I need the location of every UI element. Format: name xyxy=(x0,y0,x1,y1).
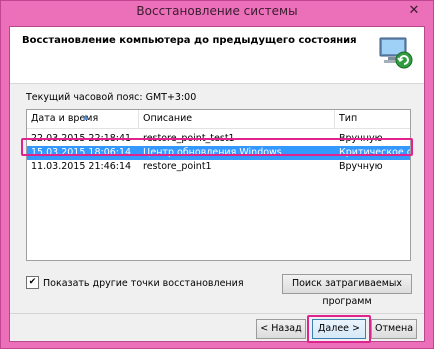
scan-affected-programs-button[interactable]: Поиск затрагиваемых программ xyxy=(282,274,412,307)
column-header-type-label: Тип xyxy=(339,113,358,124)
column-header-date[interactable]: Дата и время ▲ xyxy=(27,110,139,128)
close-button[interactable]: ✕ xyxy=(399,2,429,20)
close-icon: ✕ xyxy=(408,3,420,18)
column-header-type[interactable]: Тип xyxy=(335,110,410,128)
cell-date: 11.03.2015 21:46:14 xyxy=(31,161,132,172)
header-title: Восстановление компьютера до предыдущего… xyxy=(22,35,357,46)
column-header-description-label: Описание xyxy=(143,113,193,124)
window-title: Восстановление системы xyxy=(136,4,298,18)
back-button[interactable]: < Назад xyxy=(256,319,306,339)
cell-description: restore_point1 xyxy=(143,161,212,172)
cancel-button[interactable]: Отмена xyxy=(371,319,417,339)
show-more-points-option[interactable]: ✔ Показать другие точки восстановления xyxy=(26,276,244,291)
list-header: Дата и время ▲ Описание Тип xyxy=(27,110,410,129)
column-header-description[interactable]: Описание xyxy=(139,110,335,128)
checkmark-icon: ✔ xyxy=(28,277,37,287)
show-more-points-label: Показать другие точки восстановления xyxy=(43,278,244,289)
timezone-label: Текущий часовой пояс: GMT+3:00 xyxy=(26,92,197,103)
show-more-points-checkbox[interactable]: ✔ xyxy=(26,276,39,289)
cell-type: Вручную xyxy=(339,161,383,172)
sort-arrow-icon: ▲ xyxy=(83,113,89,121)
dialog-header: Восстановление компьютера до предыдущего… xyxy=(10,27,424,84)
next-button-highlight xyxy=(307,315,371,343)
footer-divider xyxy=(10,313,424,314)
restore-points-list[interactable]: Дата и время ▲ Описание Тип 22.03.2015 2… xyxy=(26,109,411,261)
system-restore-window: Восстановление системы ✕ Восстановление … xyxy=(0,0,434,349)
system-restore-icon xyxy=(379,37,413,69)
selected-row-highlight xyxy=(21,138,413,156)
title-bar: Восстановление системы ✕ xyxy=(1,1,433,26)
dialog-body: Восстановление компьютера до предыдущего… xyxy=(9,26,425,343)
table-row[interactable]: 11.03.2015 21:46:14 restore_point1 Вручн… xyxy=(27,160,410,174)
